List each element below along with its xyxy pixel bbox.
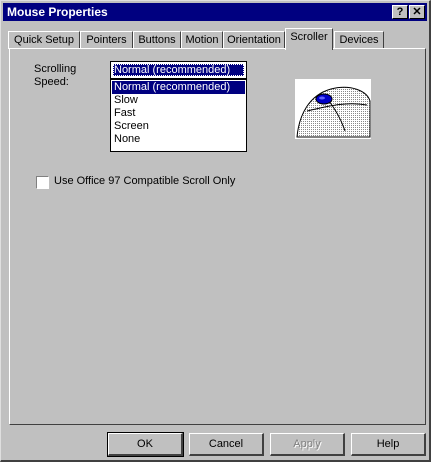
title-bar: Mouse Properties ? ✕ — [3, 3, 427, 21]
office97-scroll-label[interactable]: Use Office 97 Compatible Scroll Only — [54, 175, 235, 187]
help-title-button[interactable]: ? — [392, 5, 408, 19]
scrolling-speed-list[interactable]: Normal (recommended) Slow Fast Screen No… — [110, 79, 247, 152]
option-normal[interactable]: Normal (recommended) — [112, 81, 245, 94]
close-button[interactable]: ✕ — [409, 5, 425, 19]
tab-buttons[interactable]: Buttons — [133, 31, 181, 49]
scrolling-speed-value: Normal (recommended) — [113, 64, 244, 76]
tab-pointers[interactable]: Pointers — [80, 31, 133, 49]
desktop-strip — [0, 462, 435, 468]
option-screen[interactable]: Screen — [112, 120, 245, 133]
cancel-button[interactable]: Cancel — [189, 433, 264, 456]
option-none[interactable]: None — [112, 133, 245, 146]
help-button[interactable]: Help — [351, 433, 426, 456]
scroller-panel: Scrolling Speed: Normal (recommended) No… — [9, 48, 426, 425]
scrolling-speed-combobox[interactable]: Normal (recommended) — [110, 61, 247, 79]
tab-orientation[interactable]: Orientation — [223, 31, 285, 49]
option-slow[interactable]: Slow — [112, 94, 245, 107]
tab-motion[interactable]: Motion — [181, 31, 223, 49]
ok-button[interactable]: OK — [107, 432, 184, 457]
option-fast[interactable]: Fast — [112, 107, 245, 120]
mouse-properties-window: Mouse Properties ? ✕ Quick Setup Pointer… — [0, 0, 431, 462]
mouse-icon — [296, 86, 371, 138]
apply-button[interactable]: Apply — [270, 433, 345, 456]
office97-scroll-checkbox[interactable] — [36, 176, 49, 189]
tab-quick-setup[interactable]: Quick Setup — [8, 31, 80, 49]
scrolling-speed-label-2: Speed: — [34, 76, 69, 88]
window-title: Mouse Properties — [7, 5, 108, 19]
tab-scroller[interactable]: Scroller — [285, 28, 333, 50]
mouse-scroller-illustration — [295, 79, 371, 139]
scrolling-speed-label: Scrolling — [34, 63, 77, 75]
tab-devices[interactable]: Devices — [334, 31, 384, 49]
